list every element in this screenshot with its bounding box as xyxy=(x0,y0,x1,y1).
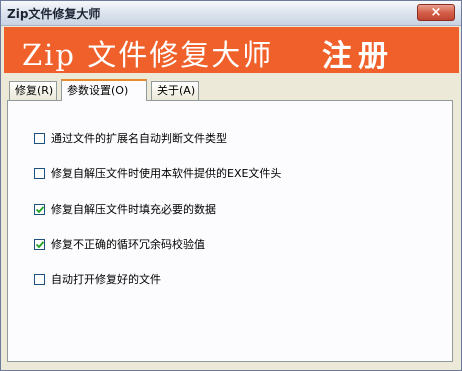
window-title: Zip文件修复大师 xyxy=(7,7,101,21)
option-label: 修复不正确的循环冗余码校验值 xyxy=(51,238,205,251)
tab-about[interactable]: 关于(A) xyxy=(151,81,199,100)
checkbox[interactable] xyxy=(34,167,45,179)
checkbox[interactable] xyxy=(34,203,45,215)
close-button[interactable]: × xyxy=(417,4,455,21)
check-icon xyxy=(35,240,44,248)
banner-app-name: Zip 文件修复大师 xyxy=(22,38,274,72)
option-label: 修复自解压文件时使用本软件提供的EXE文件头 xyxy=(51,167,282,180)
option-auto-open[interactable]: 自动打开修复好的文件 xyxy=(34,271,161,287)
register-button[interactable]: 注册 xyxy=(322,31,394,75)
option-label: 自动打开修复好的文件 xyxy=(51,273,161,286)
banner: Zip 文件修复大师 注册 xyxy=(4,27,459,75)
settings-panel: 通过文件的扩展名自动判断文件类型 修复自解压文件时使用本软件提供的EXE文件头 … xyxy=(7,100,453,362)
option-use-exe-header[interactable]: 修复自解压文件时使用本软件提供的EXE文件头 xyxy=(34,165,281,181)
close-icon: × xyxy=(430,5,442,20)
app-window: Zip文件修复大师 × Zip 文件修复大师 注册 修复(R) 参数设置(O) … xyxy=(0,0,462,371)
checkbox[interactable] xyxy=(34,273,45,285)
option-label: 修复自解压文件时填充必要的数据 xyxy=(51,203,216,216)
option-label: 通过文件的扩展名自动判断文件类型 xyxy=(51,132,227,145)
checkbox[interactable] xyxy=(34,132,45,144)
option-fix-crc[interactable]: 修复不正确的循环冗余码校验值 xyxy=(34,236,205,252)
option-auto-detect-type[interactable]: 通过文件的扩展名自动判断文件类型 xyxy=(34,130,227,146)
title-bar[interactable]: Zip文件修复大师 × xyxy=(1,1,461,26)
check-icon xyxy=(35,205,44,213)
tab-strip: 修复(R) 参数设置(O) 关于(A) xyxy=(7,79,447,101)
tab-settings[interactable]: 参数设置(O) xyxy=(61,79,147,101)
tab-repair[interactable]: 修复(R) xyxy=(9,81,57,100)
option-fill-data[interactable]: 修复自解压文件时填充必要的数据 xyxy=(34,201,216,217)
checkbox[interactable] xyxy=(34,238,45,250)
